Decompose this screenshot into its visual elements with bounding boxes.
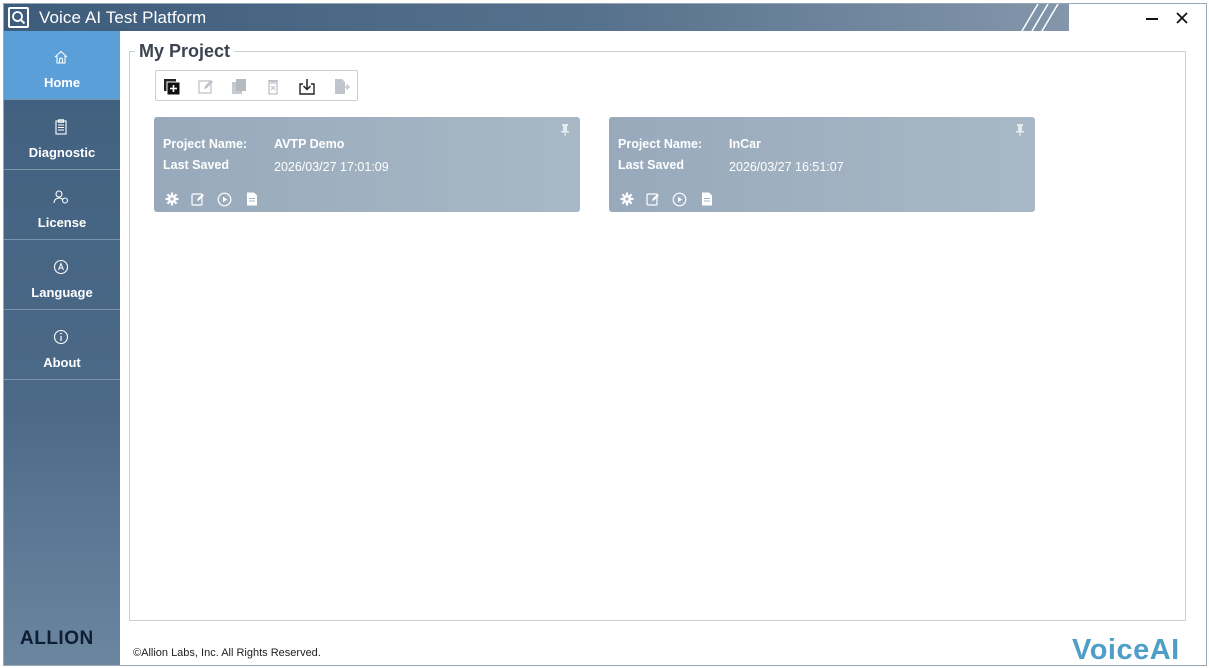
license-icon — [53, 190, 69, 204]
last-saved-value: 2026/03/27 16:51:07 — [729, 160, 844, 174]
delete-project-button[interactable] — [263, 77, 283, 97]
copyright-text: ©Allion Labs, Inc. All Rights Reserved. — [133, 647, 321, 659]
edit-card-button[interactable] — [645, 191, 661, 207]
sidebar-item-license[interactable]: License — [4, 171, 120, 240]
gear-icon — [620, 192, 634, 206]
document-icon — [247, 192, 257, 206]
settings-button[interactable] — [619, 191, 635, 207]
export-project-button[interactable] — [331, 77, 351, 97]
sidebar-item-label: Diagnostic — [28, 145, 96, 160]
close-icon — [1176, 12, 1188, 24]
edit-project-button[interactable] — [196, 77, 216, 97]
clipboard-icon — [55, 119, 67, 135]
info-icon — [53, 329, 69, 345]
play-icon — [672, 192, 686, 206]
minimize-button[interactable] — [1140, 6, 1164, 30]
project-name-label: Project Name: — [163, 137, 248, 151]
sidebar-item-diagnostic[interactable]: Diagnostic — [4, 101, 120, 170]
last-saved-label: Last Saved — [163, 158, 230, 172]
sidebar-item-language[interactable]: Language — [4, 241, 120, 310]
app-title: Voice AI Test Platform — [39, 8, 207, 27]
add-project-icon — [164, 79, 181, 96]
report-button[interactable] — [244, 191, 260, 207]
project-card-avtp-demo[interactable]: Project Name: AVTP Demo Last Saved 2026/… — [154, 117, 580, 212]
project-toolbar — [155, 70, 358, 101]
document-icon — [702, 192, 712, 206]
import-icon — [299, 79, 315, 95]
edit-icon — [646, 193, 659, 206]
play-icon — [217, 192, 231, 206]
app-window: Voice AI Test Platform Home Diagnostic L… — [3, 3, 1207, 666]
sidebar-item-label: About — [43, 355, 81, 370]
title-stripes-decoration — [1021, 4, 1059, 31]
edit-card-button[interactable] — [190, 191, 206, 207]
settings-button[interactable] — [164, 191, 180, 207]
sidebar-item-label: License — [37, 215, 87, 230]
project-name-value: InCar — [729, 137, 761, 151]
import-project-button[interactable] — [297, 77, 317, 97]
pin-button[interactable] — [1014, 123, 1026, 137]
minimize-icon — [1146, 18, 1158, 20]
voiceai-logo: VoiceAI — [1072, 634, 1180, 666]
language-icon — [53, 259, 69, 275]
edit-icon — [191, 193, 204, 206]
home-icon — [54, 50, 68, 64]
page-title: My Project — [135, 41, 235, 62]
sidebar-item-about[interactable]: About — [4, 311, 120, 380]
copy-icon — [232, 79, 246, 94]
sidebar: Home Diagnostic License Language About A… — [4, 31, 120, 665]
project-name-value: AVTP Demo — [274, 137, 345, 151]
last-saved-value: 2026/03/27 17:01:09 — [274, 160, 389, 174]
edit-icon — [198, 80, 213, 94]
run-button[interactable] — [671, 191, 687, 207]
report-button[interactable] — [699, 191, 715, 207]
title-bar: Voice AI Test Platform — [4, 4, 1206, 31]
pin-button[interactable] — [559, 123, 571, 137]
copy-project-button[interactable] — [229, 77, 249, 97]
app-logo-icon — [8, 7, 29, 28]
close-button[interactable] — [1170, 6, 1194, 30]
gear-icon — [165, 192, 179, 206]
pin-icon — [561, 124, 569, 136]
export-icon — [335, 79, 350, 94]
add-project-button[interactable] — [162, 77, 182, 97]
delete-icon — [268, 80, 278, 95]
pin-icon — [1016, 124, 1024, 136]
run-button[interactable] — [216, 191, 232, 207]
allion-logo: ALLION — [20, 628, 94, 649]
sidebar-item-home[interactable]: Home — [4, 31, 120, 100]
sidebar-item-label: Language — [31, 285, 93, 300]
last-saved-label: Last Saved — [618, 158, 685, 172]
project-card-incar[interactable]: Project Name: InCar Last Saved 2026/03/2… — [609, 117, 1035, 212]
sidebar-item-label: Home — [43, 75, 81, 90]
project-name-label: Project Name: — [618, 137, 703, 151]
